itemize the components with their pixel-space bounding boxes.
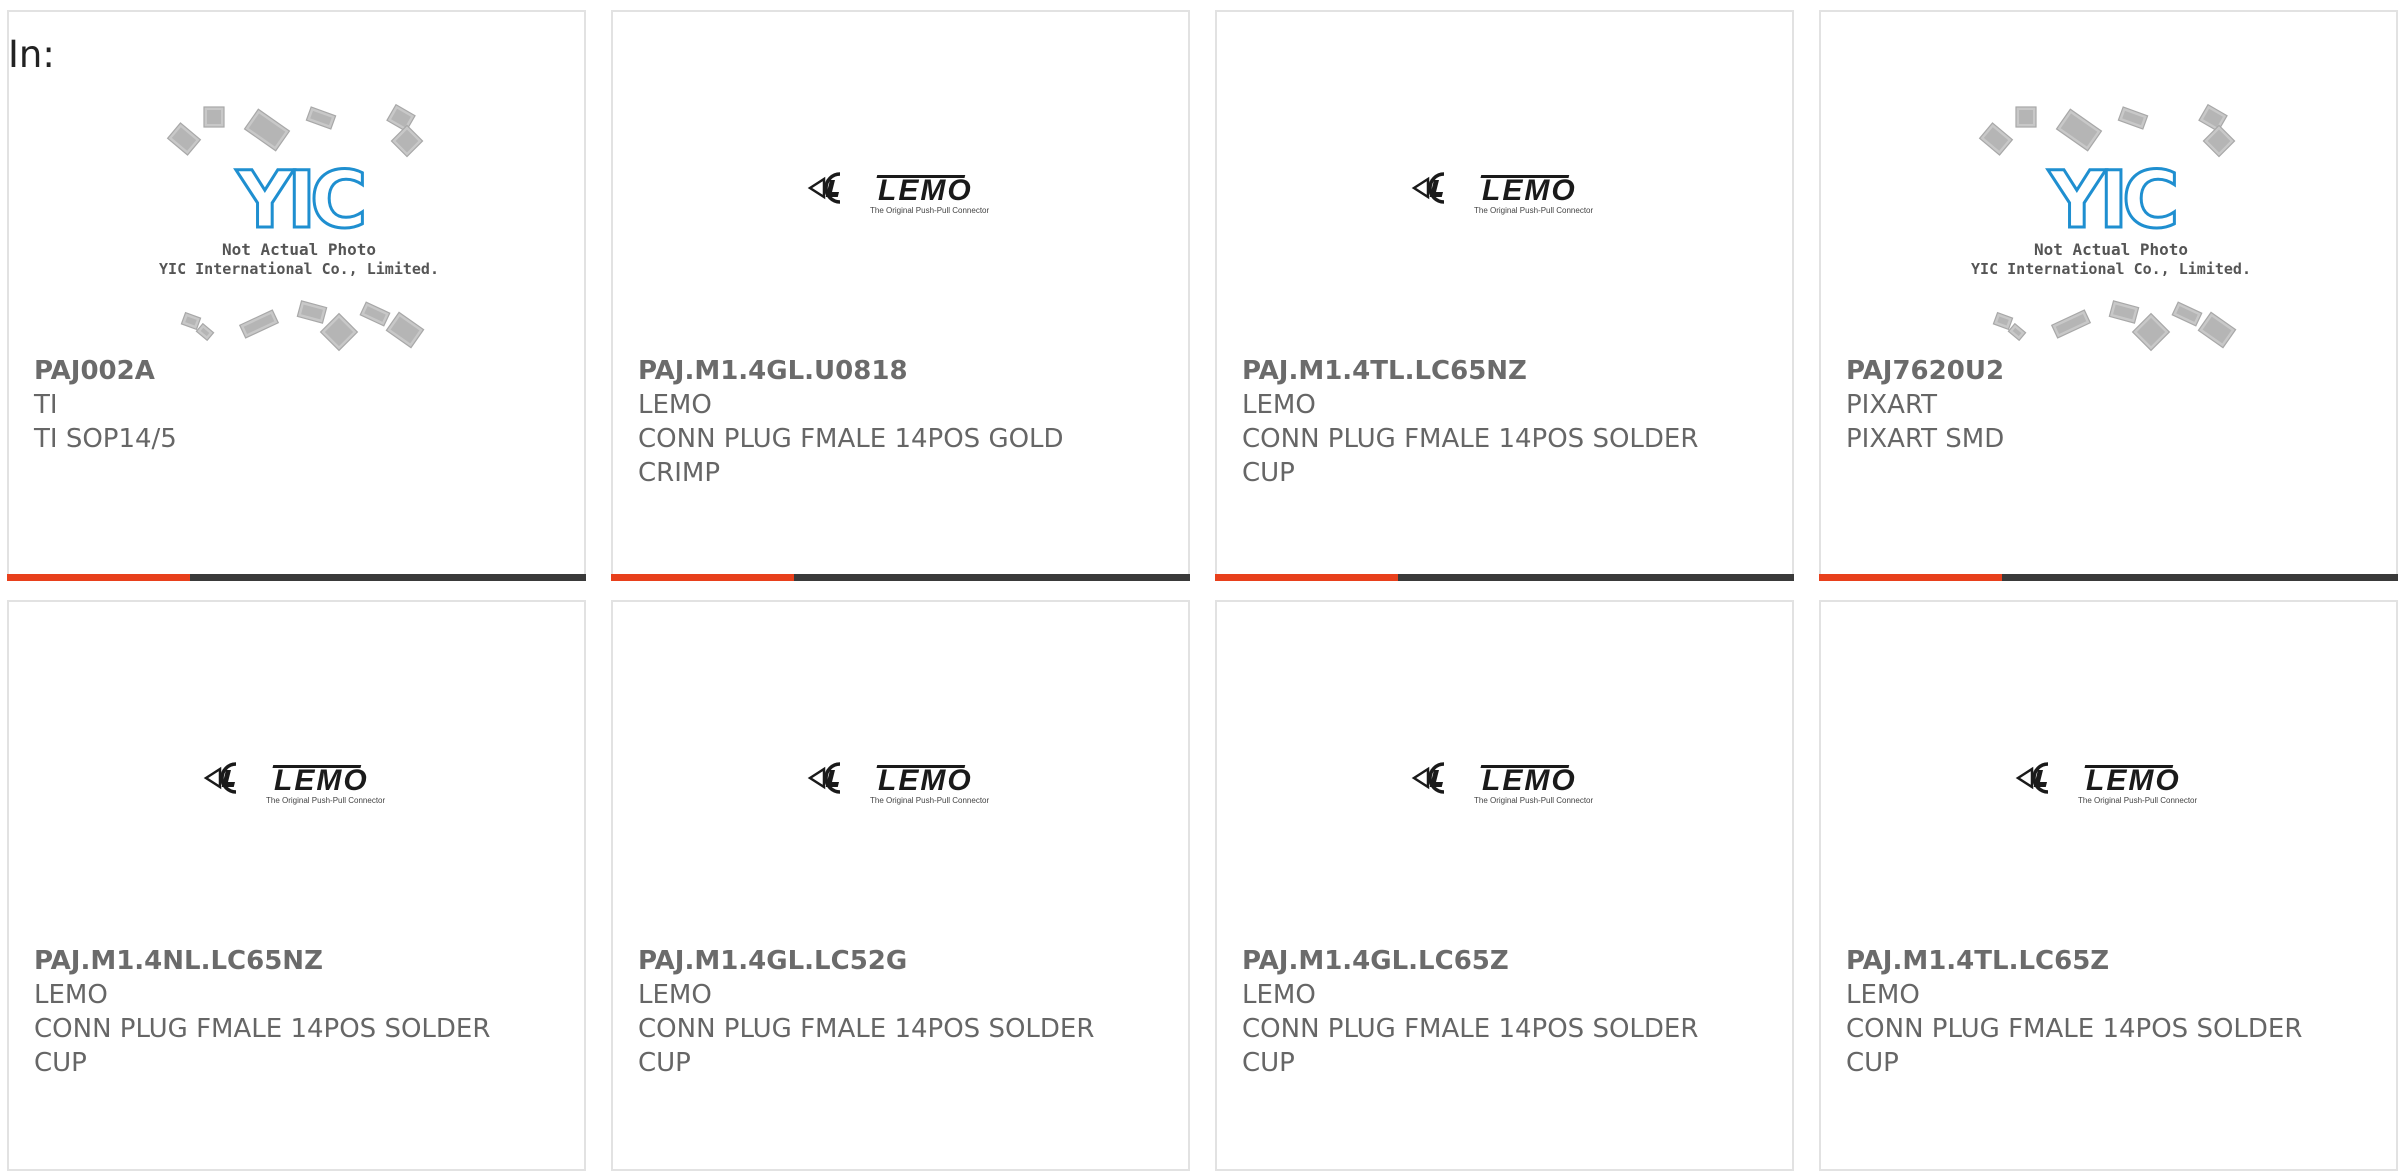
product-info: PAJ7620U2 PIXART PIXART SMD [1846, 354, 2346, 456]
lemo-logo: LEMOThe Original Push-Pull Connector [2015, 762, 2198, 805]
lemo-wordmark: LEMO [878, 764, 973, 797]
lemo-tagline: The Original Push-Pull Connector [266, 796, 386, 805]
lemo-wordmark: LEMO [1482, 764, 1577, 797]
product-manufacturer: TI [34, 390, 58, 420]
product-card[interactable]: YIC Not Actual Photo YIC International Co.… [1819, 10, 2398, 581]
product-card[interactable]: LEMO The Original Push-Pull Connector PAJ.… [1819, 600, 2398, 1171]
product-info: PAJ002A TI TI SOP14/5 [34, 354, 534, 456]
product-image[interactable]: YIC Not Actual Photo YIC International Co.… [9, 12, 584, 352]
product-card[interactable]: LEMO The Original Push-Pull Connector PAJ.… [1215, 10, 1794, 581]
product-part-number[interactable]: PAJ.M1.4GL.LC65Z [1242, 944, 1742, 978]
product-image[interactable]: LEMO The Original Push-Pull Connector [613, 602, 1188, 942]
product-part-number[interactable]: PAJ.M1.4GL.LC52G [638, 944, 1138, 978]
lemo-tagline: The Original Push-Pull Connector [870, 206, 990, 215]
card-accent-bar [611, 574, 1190, 581]
yic-logo: YIC [2048, 156, 2176, 246]
product-image[interactable]: YIC Not Actual Photo YIC International Co.… [1821, 12, 2396, 352]
product-manufacturer: LEMO [34, 980, 108, 1010]
product-image[interactable]: LEMO The Original Push-Pull Connector [1217, 602, 1792, 942]
placeholder-image: YICNot Actual PhotoYIC International Co.… [159, 103, 439, 352]
lemo-tagline: The Original Push-Pull Connector [870, 796, 990, 805]
lemo-wordmark: LEMO [274, 764, 369, 797]
product-card[interactable]: LEMO The Original Push-Pull Connector PAJ.… [1215, 600, 1794, 1171]
lemo-logo: LEMOThe Original Push-Pull Connector [807, 762, 990, 805]
card-accent-highlight [1215, 574, 1398, 581]
product-description: TI SOP14/5 [34, 424, 177, 454]
product-part-number[interactable]: PAJ.M1.4TL.LC65NZ [1242, 354, 1742, 388]
lemo-logo: LEMOThe Original Push-Pull Connector [1411, 172, 1594, 215]
card-accent-bar [1819, 574, 2398, 581]
placeholder-line1: Not Actual Photo [2034, 240, 2188, 259]
product-manufacturer: LEMO [1242, 390, 1316, 420]
product-card[interactable]: LEMO The Original Push-Pull Connector PAJ.… [611, 600, 1190, 1171]
product-part-number[interactable]: PAJ7620U2 [1846, 354, 2346, 388]
card-accent-highlight [7, 574, 190, 581]
product-description: CONN PLUG FMALE 14POS SOLDER CUP [1242, 1014, 1699, 1078]
card-accent-bar [7, 574, 586, 581]
lemo-tagline: The Original Push-Pull Connector [1474, 796, 1594, 805]
product-image[interactable]: LEMO The Original Push-Pull Connector [613, 12, 1188, 352]
product-manufacturer: LEMO [638, 390, 712, 420]
lemo-wordmark: LEMO [1482, 174, 1577, 207]
lemo-logo: LEMOThe Original Push-Pull Connector [807, 172, 990, 215]
lemo-wordmark: LEMO [878, 174, 973, 207]
page-heading: In: [8, 33, 55, 76]
product-card[interactable]: LEMO The Original Push-Pull Connector PAJ.… [7, 600, 586, 1171]
lemo-logo: LEMOThe Original Push-Pull Connector [1411, 762, 1594, 805]
product-image[interactable]: LEMO The Original Push-Pull Connector [1217, 12, 1792, 352]
product-description: CONN PLUG FMALE 14POS SOLDER CUP [1846, 1014, 2303, 1078]
product-part-number[interactable]: PAJ002A [34, 354, 534, 388]
product-description: CONN PLUG FMALE 14POS GOLD CRIMP [638, 424, 1064, 488]
product-description: CONN PLUG FMALE 14POS SOLDER CUP [638, 1014, 1095, 1078]
placeholder-line1: Not Actual Photo [222, 240, 376, 259]
card-accent-bar [1215, 574, 1794, 581]
product-info: PAJ.M1.4TL.LC65NZ LEMO CONN PLUG FMALE 14P… [1242, 354, 1742, 490]
lemo-logo: LEMOThe Original Push-Pull Connector [203, 762, 386, 805]
product-grid: YIC Not Actual Photo YIC International Co.… [0, 0, 2400, 1171]
product-info: PAJ.M1.4GL.LC52G LEMO CONN PLUG FMALE 14PO… [638, 944, 1138, 1080]
product-manufacturer: LEMO [638, 980, 712, 1010]
card-accent-highlight [611, 574, 794, 581]
lemo-tagline: The Original Push-Pull Connector [1474, 206, 1594, 215]
product-info: PAJ.M1.4GL.LC65Z LEMO CONN PLUG FMALE 14PO… [1242, 944, 1742, 1080]
product-description: CONN PLUG FMALE 14POS SOLDER CUP [34, 1014, 491, 1078]
placeholder-line2: YIC International Co., Limited. [1971, 260, 2251, 278]
yic-logo: YIC [236, 156, 364, 246]
product-part-number[interactable]: PAJ.M1.4TL.LC65Z [1846, 944, 2346, 978]
product-image[interactable]: LEMO The Original Push-Pull Connector [9, 602, 584, 942]
placeholder-line2: YIC International Co., Limited. [159, 260, 439, 278]
product-image[interactable]: LEMO The Original Push-Pull Connector [1821, 602, 2396, 942]
product-info: PAJ.M1.4NL.LC65NZ LEMO CONN PLUG FMALE 14P… [34, 944, 534, 1080]
product-info: PAJ.M1.4GL.U0818 LEMO CONN PLUG FMALE 14PO… [638, 354, 1138, 490]
product-card[interactable]: LEMO The Original Push-Pull Connector PAJ.… [611, 10, 1190, 581]
product-info: PAJ.M1.4TL.LC65Z LEMO CONN PLUG FMALE 14PO… [1846, 944, 2346, 1080]
product-card[interactable]: YIC Not Actual Photo YIC International Co.… [7, 10, 586, 581]
product-manufacturer: LEMO [1242, 980, 1316, 1010]
placeholder-image: YICNot Actual PhotoYIC International Co.… [1971, 103, 2251, 352]
product-manufacturer: PIXART [1846, 390, 1937, 420]
lemo-wordmark: LEMO [2086, 764, 2181, 797]
card-accent-highlight [1819, 574, 2002, 581]
product-part-number[interactable]: PAJ.M1.4NL.LC65NZ [34, 944, 534, 978]
product-description: CONN PLUG FMALE 14POS SOLDER CUP [1242, 424, 1699, 488]
product-manufacturer: LEMO [1846, 980, 1920, 1010]
lemo-tagline: The Original Push-Pull Connector [2078, 796, 2198, 805]
product-part-number[interactable]: PAJ.M1.4GL.U0818 [638, 354, 1138, 388]
product-description: PIXART SMD [1846, 424, 2005, 454]
